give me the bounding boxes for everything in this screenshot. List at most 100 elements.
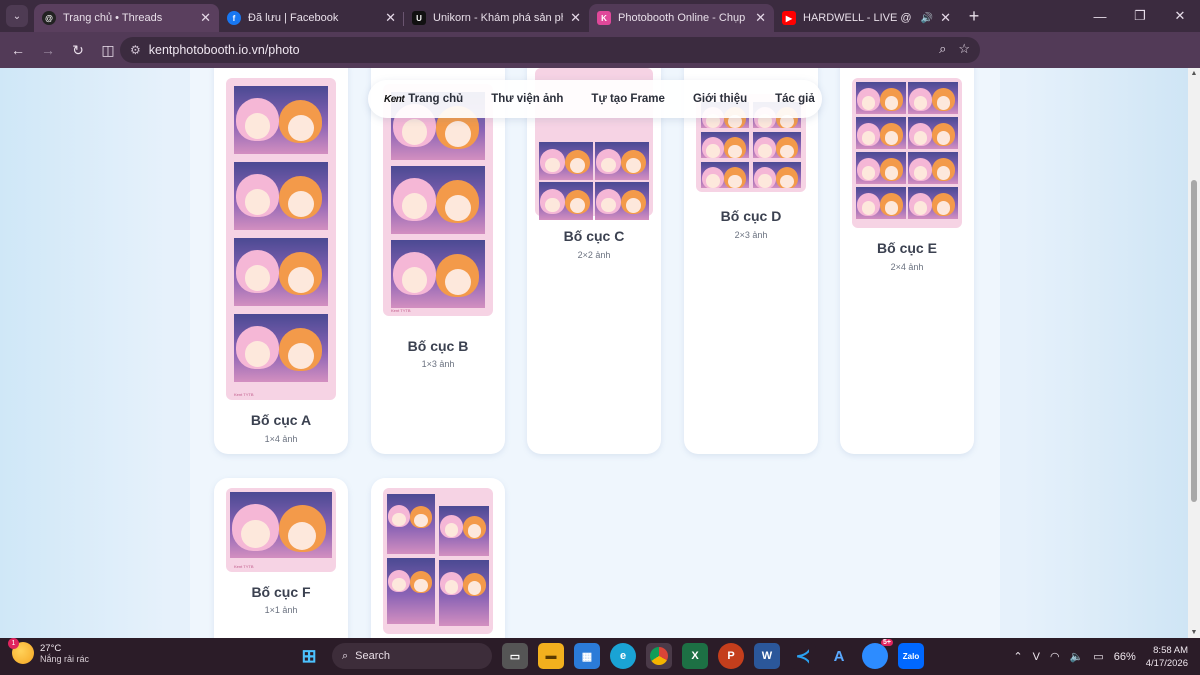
character-face: [913, 95, 928, 110]
speaker-icon: 🔊: [920, 12, 934, 24]
wifi-icon[interactable]: ◠: [1050, 650, 1060, 663]
sun-cloud-icon: 1: [8, 638, 34, 664]
layout-card-f[interactable]: Kent TYTB Bố cục F 1×1 ảnh: [214, 478, 348, 638]
restore-icon[interactable]: ❐: [1120, 0, 1160, 32]
layout-card-e[interactable]: Bố cục E 2×4 ảnh: [840, 68, 974, 454]
browser-toolbar: ← → ↻ ◫ ⚙ kentphotobooth.io.vn/photo ⌕ ☆…: [0, 32, 1200, 95]
tab-title: Photobooth Online - Chụp miễ: [618, 12, 748, 24]
character-face: [625, 198, 641, 214]
site-logo[interactable]: Kent: [384, 94, 405, 105]
web-page: Kent TYTB Bố cục A 1×4 ảnh Kent TYTB Bố …: [0, 68, 1188, 638]
character-face: [861, 95, 876, 110]
new-tab-button[interactable]: +: [963, 6, 985, 27]
tab-photobooth[interactable]: K Photobooth Online - Chụp miễ ✕: [589, 4, 774, 32]
forward-icon[interactable]: →: [34, 36, 62, 64]
address-bar[interactable]: ⚙ kentphotobooth.io.vn/photo ⌕ ☆: [120, 37, 980, 63]
character-face: [444, 579, 459, 594]
battery-icon[interactable]: ▭: [1093, 650, 1103, 663]
photo-frame: [908, 117, 958, 149]
unikorn-icon: U: [412, 11, 426, 25]
character-face: [913, 200, 928, 215]
zalo-icon[interactable]: Zalo: [898, 643, 924, 669]
store-icon[interactable]: ▦: [574, 643, 600, 669]
windows-start-icon[interactable]: ⊞: [296, 643, 322, 669]
volume-icon[interactable]: 🔈: [1070, 650, 1084, 663]
photo-frame: [908, 82, 958, 114]
nav-author[interactable]: Tác giả: [775, 93, 815, 105]
nav-about[interactable]: Giới thiệu: [693, 93, 747, 105]
scroll-up-icon[interactable]: ▲: [1188, 70, 1200, 77]
page-scrollbar[interactable]: ▲ ▼: [1188, 68, 1200, 638]
tab-search-button[interactable]: ⌄: [6, 5, 28, 27]
layout-card-c[interactable]: Bố cục C 2×2 ảnh: [527, 68, 661, 454]
taskbar-search[interactable]: ⌕ Search: [332, 643, 492, 669]
file-explorer-icon[interactable]: ▬: [538, 643, 564, 669]
nav-home[interactable]: Trang chủ: [408, 93, 463, 105]
photo-frame: [234, 238, 328, 306]
character-face: [414, 578, 428, 593]
site-info-icon[interactable]: ⚙: [130, 43, 141, 57]
back-icon[interactable]: ←: [4, 36, 32, 64]
task-view-icon[interactable]: ▭: [502, 643, 528, 669]
close-icon[interactable]: ✕: [755, 10, 766, 26]
photo-frame: [856, 117, 906, 149]
weather-desc: Nắng rải rác: [40, 653, 90, 664]
character-face: [444, 120, 471, 147]
nav-custom-frame[interactable]: Tự tạo Frame: [591, 93, 665, 105]
photo-frame: [856, 187, 906, 219]
nav-gallery[interactable]: Thư viện ảnh: [491, 93, 563, 105]
bookmark-star-icon[interactable]: ☆: [958, 41, 970, 57]
character-face: [780, 174, 794, 188]
zoom-icon[interactable]: 5+: [862, 639, 893, 669]
close-icon[interactable]: ✕: [385, 10, 396, 26]
photo-frame: [908, 152, 958, 184]
word-icon[interactable]: W: [754, 643, 780, 669]
close-icon[interactable]: ✕: [200, 10, 211, 26]
character-face: [913, 165, 928, 180]
layout-card-a[interactable]: Kent TYTB Bố cục A 1×4 ảnh: [214, 68, 348, 454]
weather-widget[interactable]: 1 27°C Nắng rải rác: [8, 638, 90, 664]
layout-card-d[interactable]: Bố cục D 2×3 ảnh: [684, 68, 818, 454]
layout-name: Bố cục B: [407, 338, 469, 354]
tab-youtube[interactable]: ▶ HARDWELL - LIVE @ ULTRA 🔊 ✕: [774, 4, 959, 32]
photo-frame: [391, 240, 485, 308]
character-face: [569, 158, 585, 174]
edge-icon[interactable]: e: [610, 643, 636, 669]
layout-preview: [383, 488, 493, 634]
character-face: [287, 342, 314, 369]
photo-frame: [856, 82, 906, 114]
close-window-icon[interactable]: ✕: [1160, 0, 1200, 32]
minimize-icon[interactable]: —: [1080, 0, 1120, 32]
scroll-down-icon[interactable]: ▼: [1188, 629, 1200, 636]
close-icon[interactable]: ✕: [570, 10, 581, 26]
search-label: Search: [355, 650, 391, 662]
tab-unikorn[interactable]: U Unikorn - Khám phá sản phẩm ✕: [404, 4, 589, 32]
clock-time: 8:58 AM: [1153, 644, 1188, 656]
reload-icon[interactable]: ↻: [64, 36, 92, 64]
close-icon[interactable]: ✕: [940, 10, 951, 26]
vscode-icon[interactable]: ≺: [790, 643, 816, 669]
tab-threads[interactable]: @ Trang chủ • Threads ✕: [34, 4, 219, 32]
pen-icon[interactable]: V: [1033, 651, 1040, 663]
chrome-icon[interactable]: [646, 643, 672, 669]
clock-date: 4/17/2026: [1145, 657, 1188, 669]
split-view-icon[interactable]: ◫: [94, 36, 122, 64]
excel-icon[interactable]: X: [682, 643, 708, 669]
photo-frame: [391, 166, 485, 234]
zoom-icon[interactable]: ⌕: [939, 41, 946, 57]
layout-desc: 1×4 ảnh: [264, 434, 298, 444]
photo-frame: [234, 86, 328, 154]
photo-frame: [753, 162, 801, 188]
layout-card-g[interactable]: [371, 478, 505, 638]
youtube-icon: ▶: [782, 11, 796, 25]
powerpoint-icon[interactable]: P: [718, 643, 744, 669]
scrollbar-thumb[interactable]: [1191, 180, 1197, 502]
photo-frame: [439, 560, 489, 626]
clock[interactable]: 8:58 AM 4/17/2026: [1146, 644, 1188, 670]
character-face: [728, 174, 742, 188]
character-face: [706, 144, 720, 158]
chevron-up-icon[interactable]: ⌃: [1013, 650, 1022, 663]
azure-icon[interactable]: A: [826, 643, 852, 669]
layout-card-b[interactable]: Kent TYTB Bố cục B 1×3 ảnh: [371, 68, 505, 454]
tab-facebook[interactable]: f Đã lưu | Facebook ✕: [219, 4, 404, 32]
